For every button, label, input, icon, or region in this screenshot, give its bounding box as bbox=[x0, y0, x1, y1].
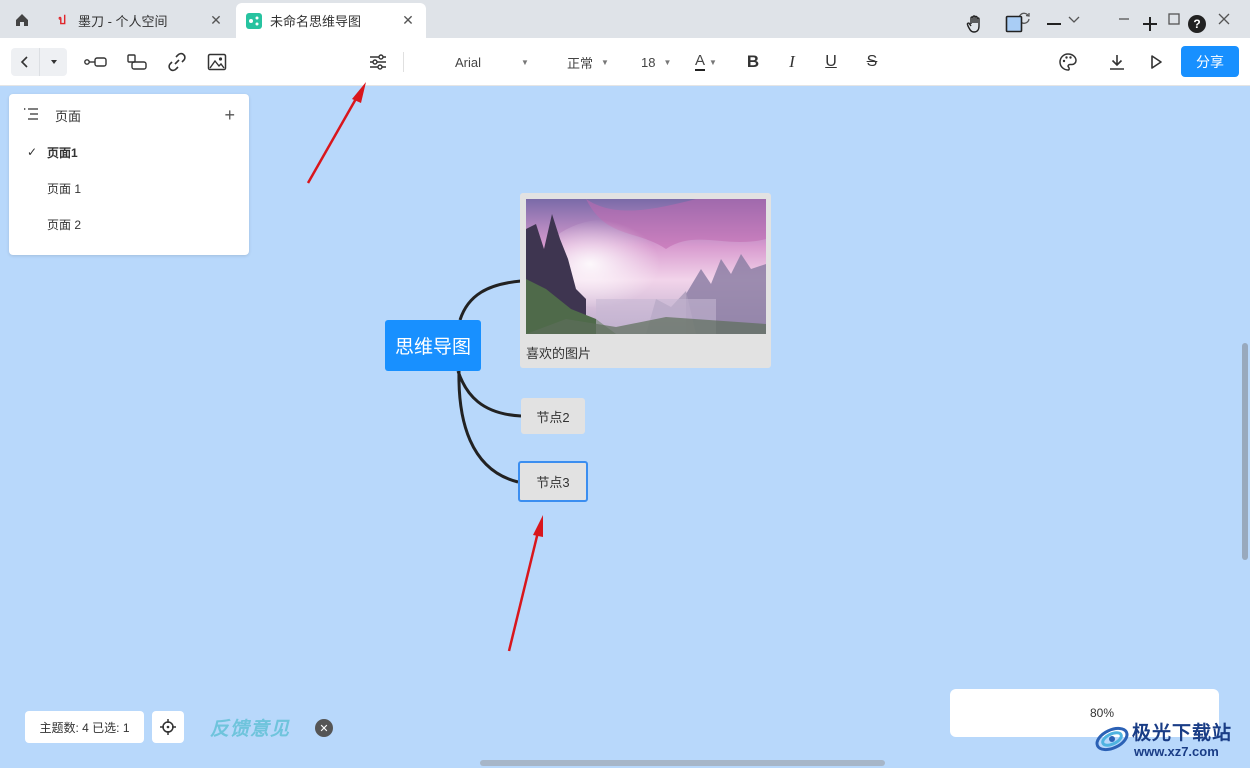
bold-button[interactable]: B bbox=[740, 48, 766, 76]
add-child-node-icon[interactable] bbox=[82, 48, 110, 76]
underline-button[interactable]: U bbox=[818, 48, 844, 76]
tab-title: 墨刀 - 个人空间 bbox=[78, 14, 168, 29]
share-button[interactable]: 分享 bbox=[1181, 46, 1239, 77]
caret-down-icon: ▼ bbox=[709, 57, 717, 67]
font-size-value: 18 bbox=[641, 54, 656, 70]
toolbar: Arial ▼ 正常 ▼ 18 ▼ A ▼ B I U S 分享 bbox=[0, 38, 1250, 86]
horizontal-scrollbar[interactable] bbox=[480, 760, 885, 766]
pages-panel-header: 页面 + bbox=[23, 104, 235, 126]
watermark-url: www.xz7.com bbox=[1134, 744, 1219, 759]
child-node[interactable]: 节点2 bbox=[521, 398, 585, 434]
link-icon[interactable] bbox=[163, 48, 191, 76]
check-icon: ✓ bbox=[27, 145, 38, 159]
page-list-icon[interactable] bbox=[23, 107, 39, 124]
home-icon[interactable] bbox=[8, 8, 36, 32]
font-family-select[interactable]: Arial ▼ bbox=[455, 48, 529, 76]
image-node[interactable]: 喜欢的图片 bbox=[520, 193, 771, 368]
tab-mindmap[interactable]: 未命名思维导图 ✕ bbox=[236, 3, 426, 38]
divider bbox=[403, 52, 404, 72]
zoom-out-icon[interactable] bbox=[1041, 10, 1067, 38]
zoom-in-icon[interactable] bbox=[1137, 10, 1163, 38]
page-item[interactable]: 页面 2 bbox=[27, 214, 81, 234]
page-item-1-selected[interactable]: ✓ 页面1 bbox=[27, 142, 78, 162]
modao-logo-icon: ป bbox=[58, 13, 66, 27]
watermark-title: 极光下载站 bbox=[1132, 723, 1233, 744]
back-button-group[interactable] bbox=[11, 48, 67, 76]
tab-title: 未命名思维导图 bbox=[270, 14, 362, 29]
font-size-select[interactable]: 18 ▼ bbox=[641, 48, 671, 76]
font-family-value: Arial bbox=[455, 54, 482, 70]
pages-panel: 页面 + ✓ 页面1 页面 1 页面 2 bbox=[9, 94, 249, 255]
dropdown-icon[interactable] bbox=[39, 48, 67, 76]
close-feedback-icon[interactable]: ✕ bbox=[315, 719, 333, 737]
page-item-label: 页面1 bbox=[47, 145, 78, 160]
child-node-selected[interactable]: 节点3 bbox=[518, 461, 588, 502]
caret-down-icon: ▼ bbox=[601, 57, 609, 67]
play-icon[interactable] bbox=[1142, 48, 1170, 76]
back-icon[interactable] bbox=[11, 48, 39, 76]
watermark: 极光下载站 www.xz7.com bbox=[1092, 716, 1242, 762]
theme-palette-icon[interactable] bbox=[1054, 48, 1082, 76]
strikethrough-button[interactable]: S bbox=[859, 48, 885, 76]
add-page-icon[interactable]: + bbox=[224, 105, 235, 126]
tab-personal-space[interactable]: ป 墨刀 - 个人空间 ✕ bbox=[44, 3, 234, 38]
download-icon[interactable] bbox=[1103, 48, 1131, 76]
image-caption: 喜欢的图片 bbox=[526, 346, 592, 361]
caret-down-icon: ▼ bbox=[521, 57, 529, 67]
node-image bbox=[526, 199, 766, 334]
close-icon[interactable]: ✕ bbox=[400, 12, 416, 29]
mindmap-logo-icon bbox=[246, 12, 262, 29]
font-color-icon: A bbox=[695, 52, 706, 71]
hand-tool-icon[interactable] bbox=[962, 10, 988, 38]
close-icon[interactable]: ✕ bbox=[208, 12, 224, 29]
image-icon[interactable] bbox=[203, 48, 231, 76]
page-item[interactable]: 页面 1 bbox=[27, 178, 81, 198]
page-item-label: 页面 1 bbox=[47, 181, 82, 196]
font-color-select[interactable]: A ▼ bbox=[695, 48, 717, 76]
root-node[interactable]: 思维导图 bbox=[385, 320, 481, 371]
feedback-link[interactable]: 反馈意见 bbox=[210, 714, 290, 741]
annotation-arrow bbox=[507, 515, 543, 652]
font-weight-select[interactable]: 正常 ▼ bbox=[567, 48, 609, 76]
font-weight-value: 正常 bbox=[567, 55, 594, 71]
add-sibling-node-icon[interactable] bbox=[123, 48, 151, 76]
vertical-scrollbar[interactable] bbox=[1242, 343, 1248, 560]
style-settings-icon[interactable] bbox=[364, 48, 392, 76]
watermark-logo-icon bbox=[1095, 726, 1129, 752]
annotation-arrow bbox=[306, 82, 366, 184]
pages-panel-title: 页面 bbox=[55, 108, 82, 124]
frame-select-icon[interactable] bbox=[1001, 10, 1027, 38]
help-icon[interactable]: ? bbox=[1184, 10, 1210, 38]
topic-count-status: 主题数: 4 已选: 1 bbox=[25, 711, 144, 743]
page-item-label: 页面 2 bbox=[47, 217, 82, 232]
locate-center-icon[interactable] bbox=[152, 711, 184, 743]
caret-down-icon: ▼ bbox=[663, 57, 672, 67]
italic-button[interactable]: I bbox=[779, 48, 805, 76]
